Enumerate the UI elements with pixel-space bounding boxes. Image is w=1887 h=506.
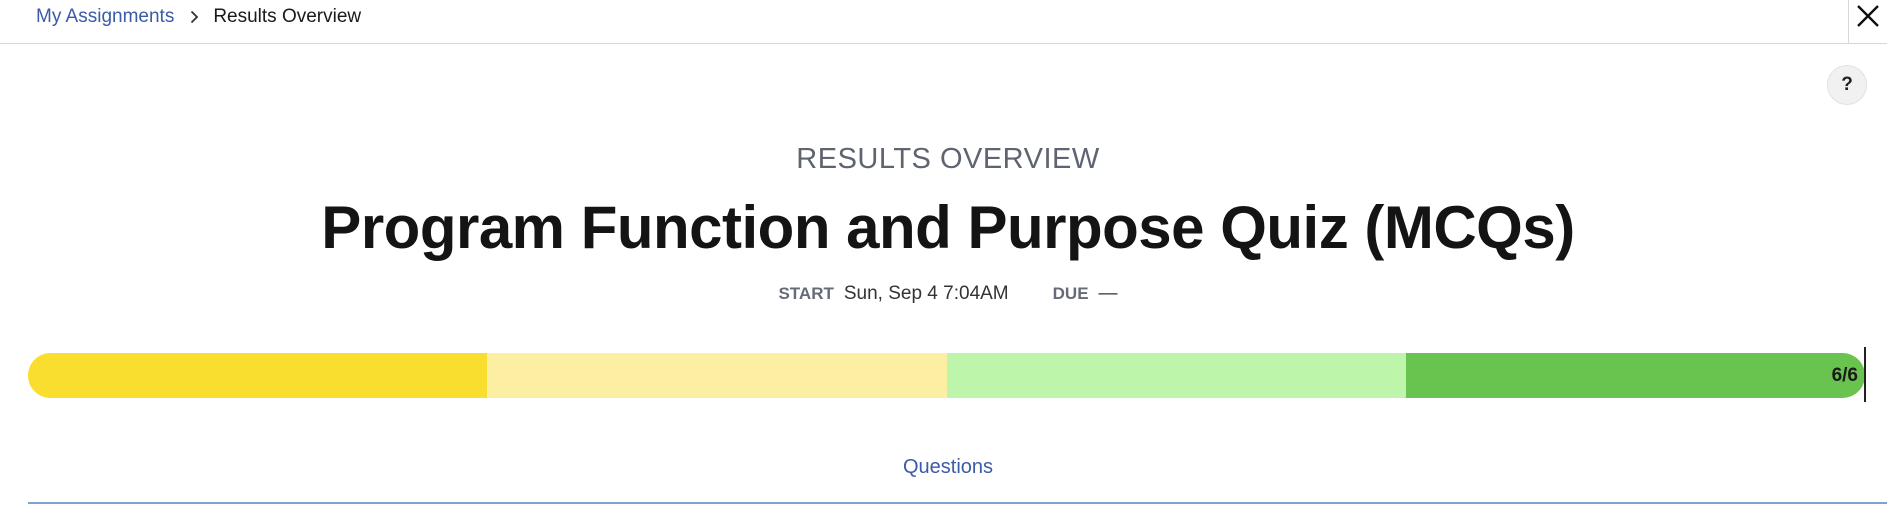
- progress-segment-2: [487, 353, 947, 398]
- help-button[interactable]: ?: [1827, 65, 1867, 105]
- progress-marker: [1864, 347, 1866, 402]
- results-overview-page: My Assignments Results Overview ? RESULT…: [0, 0, 1887, 506]
- due-value: —: [1098, 283, 1118, 304]
- page-kicker: RESULTS OVERVIEW: [796, 143, 1100, 175]
- chevron-right-icon: [190, 10, 199, 24]
- tab-questions[interactable]: Questions: [0, 456, 1887, 479]
- progress-segment-3: [946, 353, 1406, 398]
- top-bar: My Assignments Results Overview: [0, 0, 1887, 44]
- close-button[interactable]: [1848, 0, 1887, 44]
- progress-segment-4: [1405, 353, 1865, 398]
- start-label: START: [778, 284, 834, 303]
- breadcrumb-my-assignments-link[interactable]: My Assignments: [36, 6, 174, 28]
- progress-segment-1: [28, 353, 488, 398]
- tab-underline: [28, 502, 1887, 504]
- start-value: Sun, Sep 4 7:04AM: [843, 283, 1009, 304]
- close-icon: [1857, 5, 1879, 27]
- breadcrumb: My Assignments Results Overview: [36, 0, 361, 34]
- breadcrumb-current: Results Overview: [213, 6, 362, 27]
- assignment-dates: START Sun, Sep 4 7:04AM DUE —: [0, 283, 1887, 305]
- score-progress-bar: 6/6: [28, 353, 1865, 398]
- score-label: 6/6: [1831, 364, 1858, 386]
- due-label: DUE: [1052, 284, 1089, 303]
- page-title: Program Function and Purpose Quiz (MCQs): [321, 194, 1575, 261]
